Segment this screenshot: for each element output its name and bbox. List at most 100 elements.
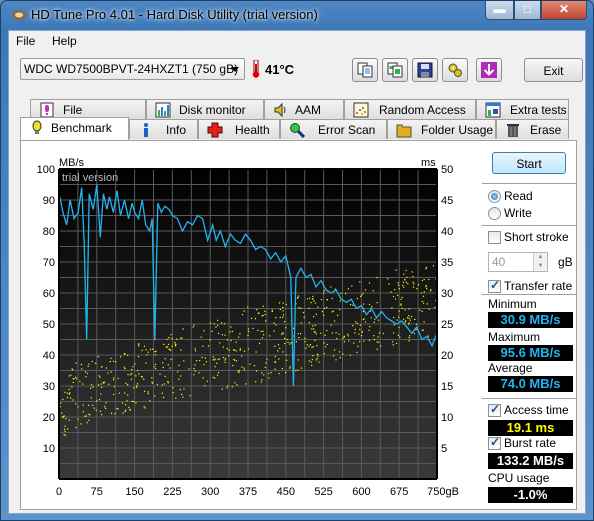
access-time-point — [295, 369, 297, 372]
access-time-point — [297, 369, 299, 371]
spin-buttons[interactable]: ▲ ▼ — [533, 253, 547, 271]
access-time-point — [264, 366, 266, 369]
exit-button[interactable]: Exit — [524, 58, 583, 82]
menu-file[interactable]: File — [16, 34, 35, 48]
access-time-point — [273, 330, 275, 332]
access-time-point — [398, 310, 400, 312]
hd-tune-logo-icon — [12, 10, 26, 20]
access-time-point — [264, 310, 266, 312]
tab-error-scan[interactable]: Error Scan — [280, 119, 387, 139]
tab-benchmark[interactable]: Benchmark — [20, 117, 129, 140]
benchmark-chart: trial version MB/s ms 102030405060708090… — [37, 157, 459, 498]
short-stroke-size-input[interactable]: 40 ▲ ▼ — [488, 252, 548, 272]
maximum-readout: 95.6 MB/s — [488, 345, 573, 361]
burst-rate-checkbox[interactable] — [488, 435, 501, 450]
drive-select[interactable]: WDC WD7500BPVT-24HXZT1 (750 gB) — [20, 58, 245, 80]
transfer-rate-checkbox[interactable] — [488, 278, 501, 293]
trial-watermark: trial version — [62, 172, 118, 184]
access-time-point — [412, 281, 414, 283]
access-time-point — [175, 397, 177, 399]
tab-extra-tests[interactable]: Extra tests — [476, 99, 569, 119]
tab-file-benchmark[interactable]: File Benchmark — [30, 99, 146, 131]
x-tick-label: 225 — [163, 486, 181, 498]
short-stroke-checkbox[interactable] — [488, 231, 501, 244]
access-time-point — [393, 332, 395, 334]
access-time-point — [201, 356, 203, 359]
tab-folder-usage[interactable]: Folder Usage — [387, 119, 496, 139]
access-time-point — [320, 332, 322, 334]
access-time-point — [100, 414, 103, 416]
access-time-point — [110, 412, 113, 414]
read-radio[interactable] — [488, 190, 501, 203]
access-time-point — [398, 326, 400, 329]
access-time-point — [161, 384, 163, 386]
access-time-point — [123, 366, 125, 368]
access-time-point — [133, 401, 135, 403]
access-time-point — [147, 391, 149, 393]
access-time-point — [130, 374, 132, 376]
access-time-point — [373, 335, 375, 337]
access-time-point — [396, 319, 398, 321]
access-time-point — [429, 290, 432, 292]
access-time-point — [423, 278, 425, 281]
tab-aam[interactable]: AAM — [264, 99, 344, 119]
access-time-point — [229, 331, 231, 333]
tab-health[interactable]: Health — [198, 119, 280, 139]
start-button[interactable]: Start — [492, 152, 566, 174]
access-time-point — [315, 359, 317, 361]
access-time-point — [67, 428, 69, 430]
access-time-point — [284, 342, 286, 345]
save-icon — [417, 62, 433, 78]
options-button[interactable] — [442, 58, 468, 82]
trash-icon — [507, 124, 519, 137]
tab-disk-monitor[interactable]: Disk monitor — [146, 99, 264, 119]
access-time-point — [376, 348, 378, 350]
access-time-point — [230, 339, 232, 342]
access-time-point — [135, 402, 137, 404]
copy-screenshot-button[interactable] — [382, 58, 408, 82]
access-time-checkbox[interactable] — [488, 402, 501, 417]
divider — [482, 294, 577, 295]
download-button[interactable] — [476, 58, 502, 82]
copy-text-button[interactable] — [352, 58, 378, 82]
access-time-point — [280, 333, 283, 335]
access-time-point — [373, 321, 375, 323]
access-time-point — [275, 316, 277, 319]
menu-help[interactable]: Help — [52, 34, 77, 48]
access-time-point — [282, 310, 284, 312]
access-time-point — [209, 339, 211, 341]
tab-random-access[interactable]: Random Access — [344, 99, 476, 119]
access-time-point — [373, 338, 375, 341]
save-button[interactable] — [412, 58, 438, 82]
access-time-point — [330, 324, 332, 326]
access-time-point — [345, 292, 347, 295]
close-button[interactable]: ✕ — [541, 1, 587, 20]
x-tick-label: 750gB — [427, 486, 459, 498]
maximum-label: Maximum — [488, 330, 541, 344]
access-time-point — [82, 383, 84, 385]
minimize-button[interactable]: ▬ — [485, 1, 514, 20]
maximize-button[interactable]: □ — [514, 1, 541, 20]
access-time-point — [405, 320, 407, 322]
access-time-point — [268, 377, 270, 379]
access-time-point — [79, 380, 81, 382]
access-time-point — [324, 334, 326, 336]
access-time-point — [287, 341, 289, 343]
tab-erase[interactable]: Erase — [496, 119, 569, 139]
average-readout: 74.0 MB/s — [488, 376, 573, 392]
tab-info[interactable]: Info — [129, 119, 198, 139]
access-time-point — [204, 385, 206, 387]
access-time-point — [149, 400, 151, 402]
access-time-point — [427, 335, 430, 337]
access-time-point — [332, 355, 335, 357]
access-time-point — [298, 307, 300, 309]
access-time-point — [297, 359, 299, 361]
write-radio[interactable] — [488, 207, 501, 220]
access-time-point — [182, 328, 184, 330]
access-time-point — [331, 332, 333, 334]
window-title: HD Tune Pro 4.01 - Hard Disk Utility (tr… — [31, 7, 318, 22]
access-time-point — [221, 388, 223, 390]
access-time-point — [339, 300, 341, 302]
access-time-point — [408, 335, 411, 337]
access-time-point — [378, 341, 380, 343]
